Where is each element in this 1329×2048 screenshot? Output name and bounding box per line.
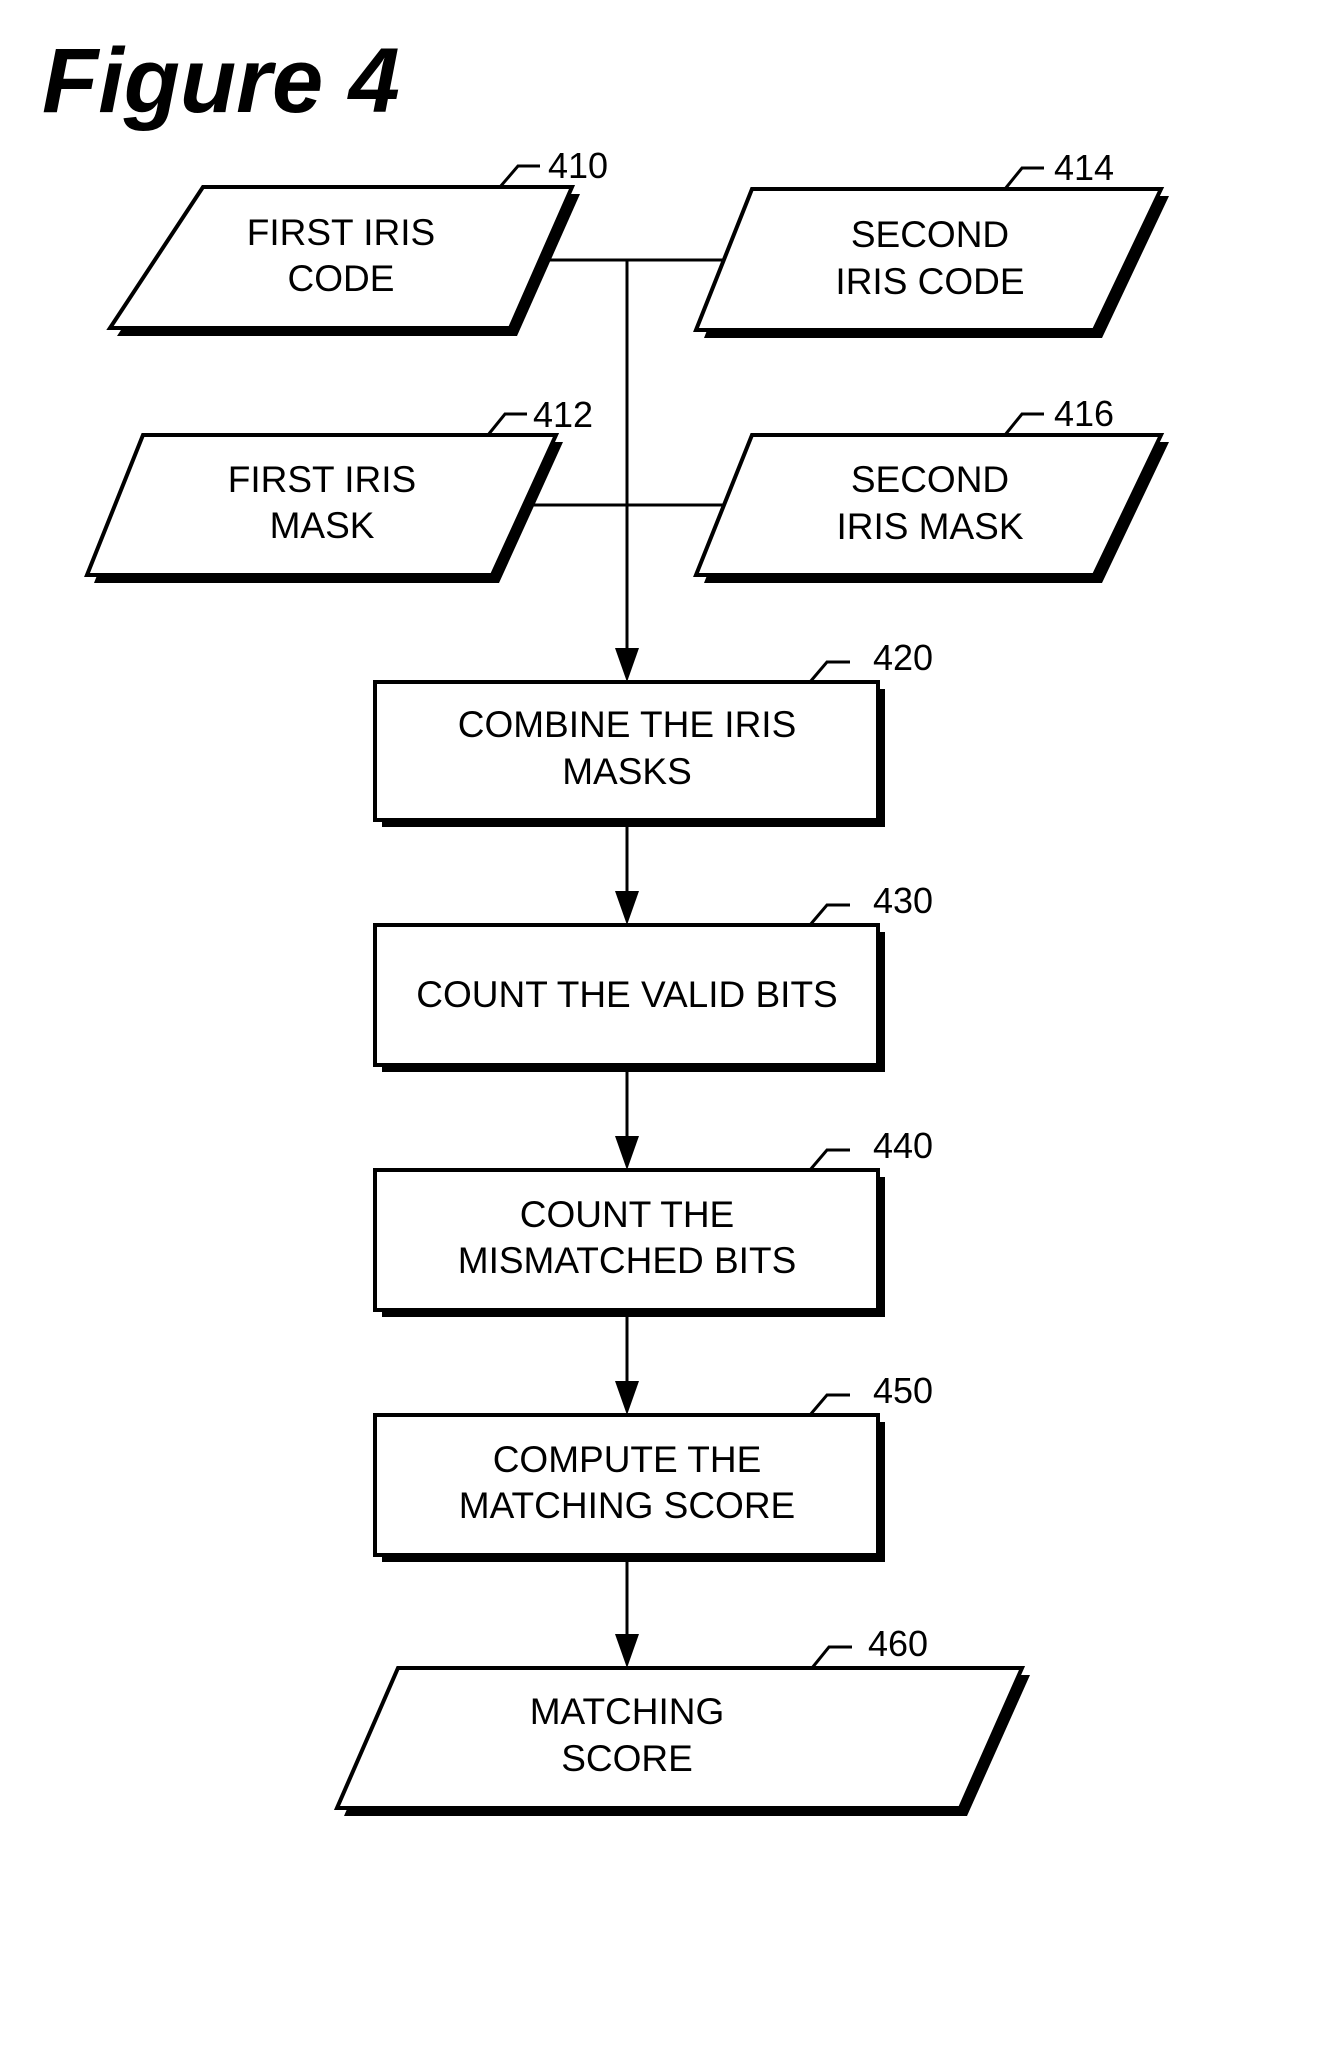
node-label-line2: MASK bbox=[270, 505, 375, 546]
node-label-line1: COMPUTE THE bbox=[493, 1439, 762, 1480]
ref-number: 450 bbox=[873, 1370, 933, 1411]
node-label-line1: SECOND bbox=[851, 459, 1009, 500]
node-450-compute-matching-score: COMPUTE THE MATCHING SCORE 450 bbox=[373, 1370, 933, 1562]
node-430-count-valid-bits: COUNT THE VALID BITS 430 bbox=[373, 880, 933, 1072]
ref-leader bbox=[1003, 412, 1044, 436]
parallelogram-shape bbox=[693, 433, 1165, 577]
ref-leader bbox=[808, 1148, 850, 1171]
ref-number: 412 bbox=[533, 394, 593, 435]
node-416-second-iris-mask: SECOND IRIS MASK 416 bbox=[693, 393, 1169, 583]
node-420-combine-iris-masks: COMBINE THE IRIS MASKS 420 bbox=[373, 637, 933, 827]
node-label-line2: MISMATCHED BITS bbox=[458, 1240, 797, 1281]
arrowhead-to-460 bbox=[615, 1634, 639, 1668]
node-412-first-iris-mask: FIRST IRIS MASK 412 bbox=[84, 394, 593, 583]
node-410-first-iris-code: FIRST IRIS CODE 410 bbox=[106, 145, 608, 336]
node-label-line2: MASKS bbox=[562, 751, 692, 792]
ref-number: 420 bbox=[873, 637, 933, 678]
ref-leader bbox=[486, 412, 527, 436]
ref-leader bbox=[808, 660, 850, 683]
node-label-line2: MATCHING SCORE bbox=[459, 1485, 795, 1526]
arrowhead-to-420 bbox=[615, 648, 639, 682]
arrowhead-to-450 bbox=[615, 1381, 639, 1415]
flowchart-canvas: Figure 4 FIRST IRIS CODE 410 SECOND IRIS… bbox=[42, 30, 1169, 1816]
ref-number: 414 bbox=[1054, 147, 1114, 188]
ref-leader bbox=[1003, 166, 1044, 190]
node-label-line1: MATCHING bbox=[530, 1691, 725, 1732]
ref-leader bbox=[808, 1393, 850, 1416]
node-label-line1: COMBINE THE IRIS bbox=[458, 704, 797, 745]
ref-leader bbox=[808, 903, 850, 926]
node-label-line2: IRIS MASK bbox=[836, 506, 1023, 547]
node-label-line1: SECOND bbox=[851, 214, 1009, 255]
node-label-line2: SCORE bbox=[561, 1738, 693, 1779]
parallelogram-shape bbox=[693, 187, 1165, 332]
arrowhead-to-440 bbox=[615, 1136, 639, 1170]
node-label-line1: FIRST IRIS bbox=[247, 212, 435, 253]
figure-title: Figure 4 bbox=[42, 30, 400, 132]
node-414-second-iris-code: SECOND IRIS CODE 414 bbox=[693, 147, 1169, 338]
ref-number: 410 bbox=[548, 145, 608, 186]
arrowhead-to-430 bbox=[615, 891, 639, 925]
ref-number: 460 bbox=[868, 1623, 928, 1664]
node-label-line2: CODE bbox=[288, 258, 395, 299]
ref-leader bbox=[810, 1645, 852, 1669]
node-label-line2: IRIS CODE bbox=[835, 261, 1024, 302]
node-label-line1: FIRST IRIS bbox=[228, 459, 416, 500]
ref-number: 416 bbox=[1054, 393, 1114, 434]
node-460-matching-score: MATCHING SCORE 460 bbox=[333, 1623, 1030, 1816]
node-440-count-mismatched-bits: COUNT THE MISMATCHED BITS 440 bbox=[373, 1125, 933, 1317]
ref-number: 430 bbox=[873, 880, 933, 921]
ref-leader bbox=[498, 164, 540, 188]
node-label-line1: COUNT THE bbox=[520, 1194, 734, 1235]
node-label-line1: COUNT THE VALID BITS bbox=[416, 974, 837, 1015]
ref-number: 440 bbox=[873, 1125, 933, 1166]
